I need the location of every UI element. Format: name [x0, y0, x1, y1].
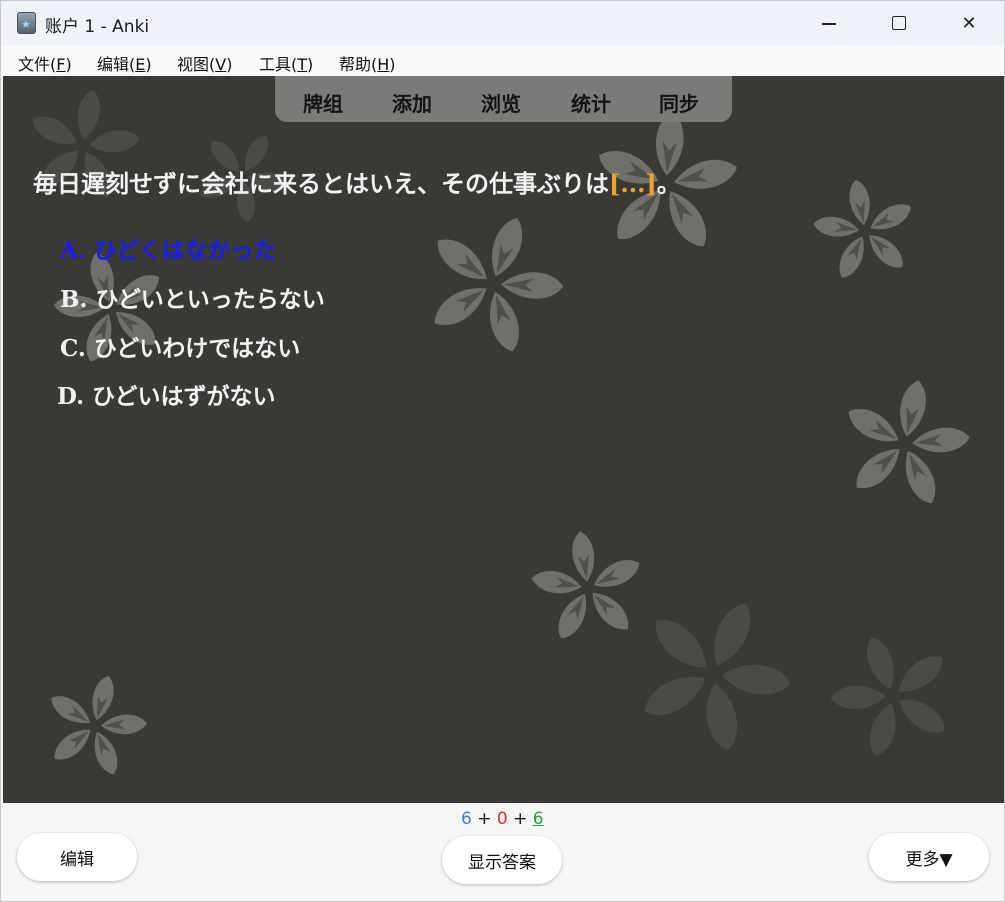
count-separator: +	[513, 809, 528, 829]
menu-help[interactable]: 帮助(H)	[339, 51, 396, 75]
option-a: A. ひどくはなかった	[60, 237, 277, 264]
anki-window: ★ 账户 1 - Anki ✕ 文件(F) 编辑(E) 视图(V) 工具(T) …	[0, 0, 1005, 902]
due-counts: 6 + 0 + 6	[461, 809, 544, 829]
edit-button[interactable]: 编辑	[17, 833, 137, 881]
cloze-blank: [...]	[609, 169, 657, 198]
card-question: 毎日遅刻せずに会社に来るとはいえ、その仕事ぶりは[...]。	[33, 164, 681, 199]
option-d: D. ひどいはずがない	[57, 383, 276, 410]
learning-count: 0	[496, 809, 508, 829]
question-text: 毎日遅刻せずに会社に来るとはいえ、その仕事ぶりは	[33, 169, 609, 198]
option-c: C. ひどいわけではない	[60, 335, 301, 362]
count-separator: +	[477, 809, 492, 829]
new-count: 6	[461, 809, 472, 829]
menu-edit[interactable]: 编辑(E)	[97, 51, 152, 75]
close-button[interactable]: ✕	[937, 1, 1001, 45]
anki-app-icon: ★	[17, 12, 36, 34]
menu-tools[interactable]: 工具(T)	[259, 51, 313, 75]
close-icon: ✕	[961, 12, 977, 34]
nav-decks[interactable]: 牌组	[303, 88, 343, 117]
option-b: B. ひどいといったらない	[60, 286, 325, 313]
question-end: 。	[656, 169, 681, 198]
nav-sync[interactable]: 同步	[659, 88, 699, 117]
card-review-area: 牌组 添加 浏览 统计 同步 毎日遅刻せずに会社に来るとはいえ、その仕事ぶりは[…	[3, 76, 1004, 803]
window-title: 账户 1 - Anki	[45, 17, 150, 37]
maximize-button[interactable]	[867, 1, 931, 45]
title-bar[interactable]: ★ 账户 1 - Anki ✕	[1, 1, 1004, 45]
more-button[interactable]: 更多▼	[869, 833, 989, 881]
menu-file[interactable]: 文件(F)	[18, 51, 72, 75]
nav-browse[interactable]: 浏览	[481, 88, 521, 117]
menu-bar: 文件(F) 编辑(E) 视图(V) 工具(T) 帮助(H)	[1, 45, 1004, 76]
menu-view[interactable]: 视图(V)	[177, 51, 232, 75]
nav-add[interactable]: 添加	[392, 88, 432, 117]
show-answer-button[interactable]: 显示答案	[442, 836, 562, 884]
minimize-button[interactable]	[797, 1, 861, 45]
minimize-icon	[822, 23, 836, 25]
maximize-icon	[892, 16, 906, 30]
review-count: 6	[532, 809, 544, 829]
top-nav: 牌组 添加 浏览 统计 同步	[275, 76, 732, 122]
nav-stats[interactable]: 统计	[571, 88, 611, 117]
bottom-bar: 6 + 0 + 6 编辑 显示答案 更多▼	[1, 803, 1004, 901]
